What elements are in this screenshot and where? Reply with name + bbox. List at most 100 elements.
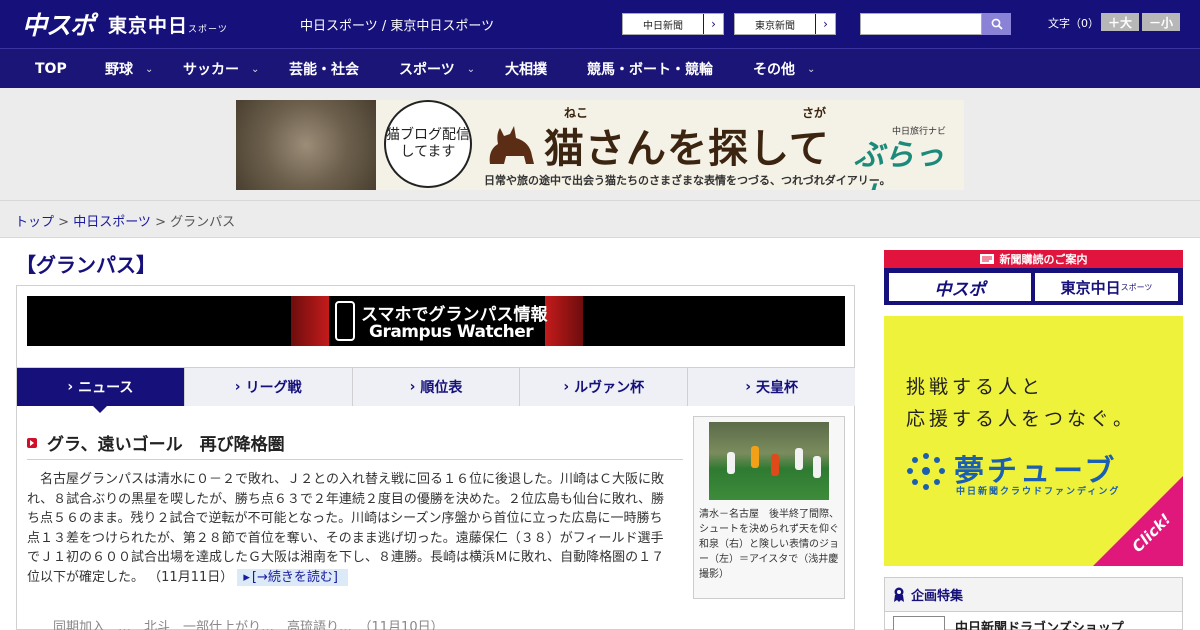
nav-item-sports[interactable]: スポーツ ⌄ bbox=[399, 49, 475, 89]
nav-item-label: 野球 bbox=[105, 62, 133, 78]
breadcrumb-separator: > bbox=[54, 215, 74, 230]
tab-levain-cup[interactable]: › ルヴァン杯 bbox=[520, 368, 689, 406]
banner-title: 猫さんを探して bbox=[544, 126, 830, 172]
logo-chusupo[interactable]: 中スポ bbox=[22, 6, 95, 42]
site-logo[interactable]: 中スポ 東京中日スポーツ bbox=[22, 8, 228, 40]
feature-item[interactable]: 中日新聞ドラゴンズショップ bbox=[893, 616, 1124, 630]
player-figure bbox=[813, 456, 821, 478]
tokyo-shimbun-link[interactable]: 東京新聞 › bbox=[734, 13, 836, 35]
tokyo-shimbun-label: 東京新聞 bbox=[755, 20, 795, 32]
nav-item-sumo[interactable]: 大相撲 bbox=[505, 49, 547, 89]
newspaper-icon bbox=[979, 254, 994, 264]
chunichi-shimbun-label: 中日新聞 bbox=[643, 20, 683, 32]
chevron-right-icon: › bbox=[815, 14, 835, 34]
tab-standings[interactable]: › 順位表 bbox=[352, 368, 521, 406]
page-title: 【グランパス】 bbox=[16, 253, 156, 277]
banner-caption: 日常や旅の途中で出会う猫たちのさまざまな表情をつづる、つれづれダイアリー。 bbox=[484, 174, 891, 187]
cat-blog-banner-ad[interactable]: 猫ブログ配信してます ねこ さが 猫さんを探して 中日旅行ナビ ぶらっ人 日常や… bbox=[236, 100, 964, 190]
article-photo-box[interactable]: 清水－名古屋 後半終了間際、シュートを決められず天を仰ぐ和泉（右）と険しい表情の… bbox=[693, 416, 845, 599]
search-icon bbox=[991, 18, 1003, 30]
tab-label: リーグ戦 bbox=[245, 380, 302, 396]
cat-silhouette-icon bbox=[489, 126, 534, 164]
chevron-right-icon: › bbox=[703, 14, 723, 34]
site-header: 中スポ 東京中日スポーツ 中日スポーツ / 東京中日スポーツ 中日新聞 › 東京… bbox=[0, 0, 1200, 48]
nav-item-top[interactable]: TOP bbox=[35, 49, 67, 89]
font-size-increase-button[interactable]: ＋大 bbox=[1101, 13, 1139, 31]
tab-league[interactable]: › リーグ戦 bbox=[184, 368, 353, 406]
main-nav: TOP 野球 ⌄ サッカー ⌄ 芸能・社会 スポーツ ⌄ 大相撲 競馬・ボート・… bbox=[0, 48, 1200, 88]
nav-item-label: TOP bbox=[35, 61, 67, 77]
site-names: 中日スポーツ / 東京中日スポーツ bbox=[300, 19, 495, 34]
article-body-text: 名古屋グランパスは清水に０－２で敗れ、Ｊ２との入れ替え戦に回る１６位に後退した。… bbox=[27, 472, 665, 585]
chevron-right-icon: › bbox=[234, 379, 241, 395]
breadcrumb-top-link[interactable]: トップ bbox=[15, 215, 54, 230]
subscribe-tokyo-label: 東京中日 bbox=[1060, 278, 1121, 297]
play-bullet-icon bbox=[27, 437, 37, 448]
nav-item-label: サッカー bbox=[183, 62, 239, 78]
award-ribbon-icon bbox=[894, 587, 904, 602]
breadcrumb-current: グランパス bbox=[170, 215, 236, 230]
font-size-label: 文字（0） bbox=[1048, 17, 1099, 30]
curtain-right bbox=[545, 296, 583, 346]
search-input[interactable] bbox=[860, 13, 982, 35]
main-content: 【グランパス】 スマホでグランパス情報 Grampus Watcher › ニュー… bbox=[0, 238, 1200, 630]
section-tabs: › ニュース › リーグ戦 › 順位表 › ルヴァン杯 › 天皇杯 bbox=[17, 367, 855, 413]
chunichi-shimbun-link[interactable]: 中日新聞 › bbox=[622, 13, 724, 35]
search-button[interactable] bbox=[982, 13, 1011, 35]
article-photo[interactable] bbox=[709, 422, 829, 500]
yume-dots-logo-icon bbox=[907, 453, 945, 490]
chevron-down-icon: ⌄ bbox=[466, 63, 476, 75]
yume-tube-ad[interactable]: 挑戦する人と 応援する人をつなぐ。 夢チューブ 中日新聞クラウドファンディング … bbox=[884, 316, 1183, 566]
subscription-box: 新聞購読のご案内 中スポ 東京中日 スポーツ bbox=[884, 250, 1183, 305]
nav-item-label: その他 bbox=[753, 62, 795, 78]
player-figure bbox=[751, 446, 759, 468]
nav-item-label: 競馬・ボート・競輪 bbox=[587, 62, 713, 78]
breadcrumb-section-link[interactable]: 中日スポーツ bbox=[73, 215, 151, 230]
smartphone-icon bbox=[335, 301, 355, 341]
nav-item-other[interactable]: その他 ⌄ bbox=[753, 49, 815, 89]
chevron-down-icon: ⌄ bbox=[251, 63, 260, 75]
chevron-right-icon: › bbox=[745, 379, 751, 395]
player-figure bbox=[727, 452, 735, 474]
logo-tokyo-text: 東京中日 bbox=[108, 14, 189, 37]
player-figure bbox=[795, 448, 803, 470]
nav-item-racing[interactable]: 競馬・ボート・競輪 bbox=[587, 49, 713, 89]
read-more-link[interactable]: [→続きを読む] bbox=[237, 568, 348, 586]
nav-item-soccer[interactable]: サッカー ⌄ bbox=[183, 49, 259, 89]
tab-news[interactable]: › ニュース bbox=[17, 368, 185, 413]
article-title-row: グラ、遠いゴール 再び降格圏 bbox=[27, 426, 683, 460]
chevron-right-icon: › bbox=[563, 379, 570, 395]
article-summary: 名古屋グランパスは清水に０－２で敗れ、Ｊ２との入れ替え戦に回る１６位に後退した。… bbox=[27, 470, 673, 587]
article-title-link[interactable]: グラ、遠いゴール 再び降格圏 bbox=[47, 430, 285, 455]
nav-item-entertainment[interactable]: 芸能・社会 bbox=[289, 49, 359, 89]
tab-label: ルヴァン杯 bbox=[574, 380, 645, 396]
subscribe-tokyo-chunichi-button[interactable]: 東京中日 スポーツ bbox=[1035, 273, 1178, 301]
breadcrumb: トップ > 中日スポーツ > グランパス bbox=[15, 211, 235, 230]
logo-tokyo-chunichi[interactable]: 東京中日スポーツ bbox=[108, 11, 228, 38]
yume-tagline-2: 応援する人をつなぐ。 bbox=[906, 408, 1137, 430]
nav-item-label: スポーツ bbox=[399, 62, 455, 78]
speech-bubble: 猫ブログ配信してます bbox=[384, 100, 472, 188]
subscribe-chusupo-button[interactable]: 中スポ bbox=[889, 273, 1031, 301]
chevron-down-icon: ⌄ bbox=[145, 63, 154, 75]
font-size-decrease-button[interactable]: －小 bbox=[1142, 13, 1180, 31]
tab-label: 順位表 bbox=[420, 380, 463, 396]
grampus-watcher-banner[interactable]: スマホでグランパス情報 Grampus Watcher bbox=[27, 296, 845, 346]
subscription-header-label: 新聞購読のご案内 bbox=[999, 253, 1088, 266]
feature-title: 企画特集 bbox=[911, 589, 964, 604]
curtain-left bbox=[291, 296, 329, 346]
chevron-right-icon: › bbox=[409, 379, 416, 395]
feature-thumbnail bbox=[893, 616, 945, 630]
grampus-watcher-name: Grampus Watcher bbox=[369, 322, 534, 342]
feature-header: 企画特集 bbox=[885, 578, 1182, 612]
content-panel: スマホでグランパス情報 Grampus Watcher › ニュース › リーグ戦 … bbox=[16, 285, 855, 630]
tab-label: 天皇杯 bbox=[755, 380, 798, 396]
chevron-down-icon: ⌄ bbox=[807, 63, 816, 75]
feature-box: 企画特集 中日新聞ドラゴンズショップ bbox=[884, 577, 1183, 630]
tab-emperors-cup[interactable]: › 天皇杯 bbox=[688, 368, 855, 406]
photo-caption: 清水－名古屋 後半終了間際、シュートを決められず天を仰ぐ和泉（右）と険しい表情の… bbox=[699, 509, 839, 580]
player-figure bbox=[771, 454, 779, 476]
next-article-preview[interactable]: 同期加入 … 北斗 一部仕上がり… 高琉語り… （11月10日） bbox=[27, 616, 847, 630]
breadcrumb-separator: > bbox=[150, 215, 171, 230]
nav-item-baseball[interactable]: 野球 ⌄ bbox=[105, 49, 153, 89]
